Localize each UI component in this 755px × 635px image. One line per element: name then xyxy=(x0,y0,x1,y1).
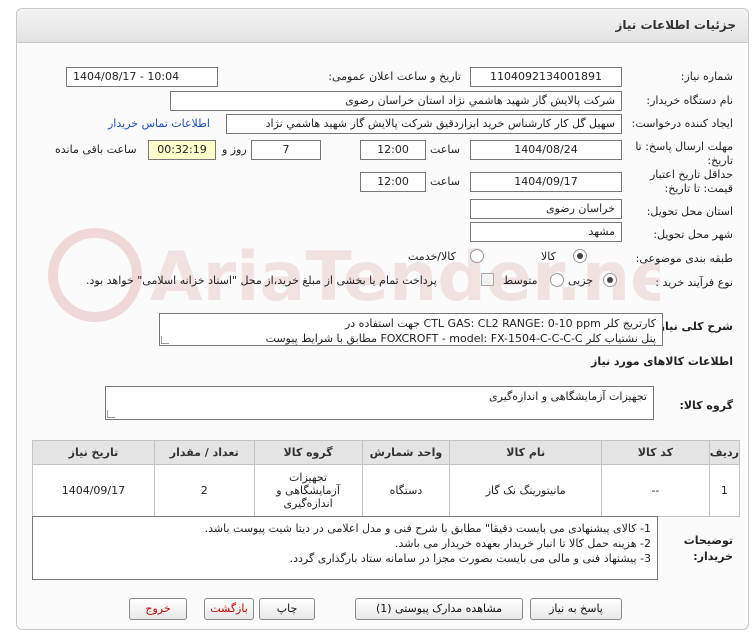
province-label: استان محل تحویل: xyxy=(646,205,733,218)
table-row[interactable]: 1 -- مانیتورینگ نک گاز دستگاه تجهیزات آز… xyxy=(32,464,741,517)
buyer-org-label: نام دستگاه خریدار: xyxy=(646,94,733,107)
print-button[interactable]: چاپ xyxy=(259,598,315,620)
deadline-label-line2: تاریخ: xyxy=(707,154,733,167)
deadline-days-label: روز و xyxy=(222,143,247,156)
resize-grip-icon xyxy=(107,410,115,418)
deadline-date-field: 1404/08/24 xyxy=(470,140,622,160)
requester-field: سهیل گل کار کارشناس خرید ابزاردقیق شرکت … xyxy=(226,114,622,134)
col-header-index: ردیف xyxy=(708,440,741,465)
category-radio-goods[interactable] xyxy=(573,249,587,263)
need-number-label: شماره نیاز: xyxy=(680,70,733,83)
cell-unit: دستگاه xyxy=(361,464,451,517)
cell-qty: 2 xyxy=(153,464,255,517)
category-option-goods-service: کالا/خدمت xyxy=(408,250,456,263)
category-label: طبقه بندی موضوعی: xyxy=(635,252,733,265)
resize-grip-icon[interactable] xyxy=(161,336,169,344)
description-textarea[interactable]: کارتریج کلر CTL GAS: CL2 RANGE: 0-10 ppm… xyxy=(159,313,663,346)
deadline-label-line1: مهلت ارسال پاسخ: تا xyxy=(635,140,733,153)
description-line-2: پنل نشتیاب کلر FOXCROFT - model: FX-1504… xyxy=(265,332,656,345)
announce-field: 1404/08/17 - 10:04 xyxy=(66,67,218,87)
goods-group-label: گروه کالا: xyxy=(679,399,733,412)
deadline-days-field: 7 xyxy=(251,140,321,160)
goods-group-field: تجهیزات آزمایشگاهی و اندازه‌گیری xyxy=(105,386,654,420)
col-header-date: تاریخ نیاز xyxy=(32,440,155,465)
category-option-goods: کالا xyxy=(541,250,556,263)
col-header-group: گروه کالا xyxy=(253,440,363,465)
col-header-qty: تعداد / مقدار xyxy=(153,440,255,465)
cell-date: 1404/09/17 xyxy=(32,464,155,517)
process-radio-medium[interactable] xyxy=(550,273,564,287)
col-header-code: کد کالا xyxy=(601,440,710,465)
goods-group-value: تجهیزات آزمایشگاهی و اندازه‌گیری xyxy=(489,390,647,403)
category-radio-goods-service[interactable] xyxy=(470,249,484,263)
buyer-note-2: 2- هزینه حمل کالا تا انبار خریدار بعهده … xyxy=(394,537,651,550)
remaining-label: ساعت باقی مانده xyxy=(55,143,137,156)
goods-table: ردیف کد کالا نام کالا واحد شمارش گروه کا… xyxy=(32,440,741,517)
process-option-medium: متوسط xyxy=(503,274,538,287)
buyer-notes-label-line1: توضیحات xyxy=(683,534,733,547)
cell-group-line-2: آزمایشگاهی و xyxy=(276,484,340,497)
requester-label: ایجاد کننده درخواست: xyxy=(631,117,733,130)
buyer-contact-link[interactable]: اطلاعات تماس خریدار xyxy=(108,117,210,130)
cell-name: مانیتورینگ نک گاز xyxy=(449,464,603,517)
exit-button[interactable]: خروج xyxy=(129,598,187,620)
description-label: شرح کلی نیاز: xyxy=(654,320,733,333)
description-line-1: کارتریج کلر CTL GAS: CL2 RANGE: 0-10 ppm… xyxy=(344,317,656,330)
buyer-notes-textarea: 1- کالای پیشنهادی می بایست دقیقا" مطابق … xyxy=(32,516,658,580)
deadline-time-label: ساعت xyxy=(430,143,460,156)
province-field: خراسان رضوی xyxy=(470,199,622,219)
process-radio-minor[interactable] xyxy=(603,273,617,287)
panel-title: جزئیات اطلاعات نیاز xyxy=(615,18,736,32)
cell-group: تجهیزات آزمایشگاهی و اندازه‌گیری xyxy=(253,464,363,517)
col-header-unit: واحد شمارش xyxy=(361,440,451,465)
process-label: نوع فرآیند خرید : xyxy=(655,276,733,289)
cell-code: -- xyxy=(601,464,710,517)
city-field: مشهد xyxy=(470,222,622,242)
col-header-name: نام کالا xyxy=(449,440,603,465)
goods-info-title: اطلاعات کالاهای مورد نیاز xyxy=(591,355,733,368)
process-option-minor: جزیی xyxy=(568,274,594,287)
buyer-note-3: 3- پیشنهاد فنی و مالی می بایست بصورت مجز… xyxy=(289,552,651,565)
reply-button[interactable]: پاسخ به نیاز xyxy=(530,598,622,620)
validity-time-field: 12:00 xyxy=(360,172,426,192)
panel-header: جزئیات اطلاعات نیاز xyxy=(17,9,748,43)
deadline-time-field: 12:00 xyxy=(360,140,426,160)
back-button[interactable]: بازگشت xyxy=(204,598,254,620)
table-header-row: ردیف کد کالا نام کالا واحد شمارش گروه کا… xyxy=(32,440,741,465)
cell-group-line-3: اندازه‌گیری xyxy=(283,497,333,510)
need-number-field: 1104092134001891 xyxy=(470,67,622,87)
validity-label-line2: قیمت: تا تاریخ: xyxy=(664,182,733,195)
validity-date-field: 1404/09/17 xyxy=(470,172,622,192)
view-attachments-button[interactable]: مشاهده مدارک پیوستی (1) xyxy=(355,598,523,620)
treasury-payment-note: پرداخت تمام یا بخشی از مبلغ خرید،از محل … xyxy=(86,274,437,287)
cell-group-line-1: تجهیزات xyxy=(289,471,328,484)
announce-label: تاریخ و ساعت اعلان عمومی: xyxy=(328,70,461,83)
remaining-timer: 00:32:19 xyxy=(148,140,216,160)
cell-index: 1 xyxy=(708,464,741,517)
buyer-org-field: شرکت پالایش گاز شهید هاشمي نژاد استان خر… xyxy=(170,91,622,111)
validity-time-label: ساعت xyxy=(430,175,460,188)
validity-label-line1: حداقل تاریخ اعتبار xyxy=(649,168,733,181)
treasury-payment-checkbox[interactable] xyxy=(481,273,494,286)
buyer-notes-label-line2: خریدار: xyxy=(693,550,733,563)
city-label: شهر محل تحویل: xyxy=(653,228,733,241)
buyer-note-1: 1- کالای پیشنهادی می بایست دقیقا" مطابق … xyxy=(204,522,651,535)
